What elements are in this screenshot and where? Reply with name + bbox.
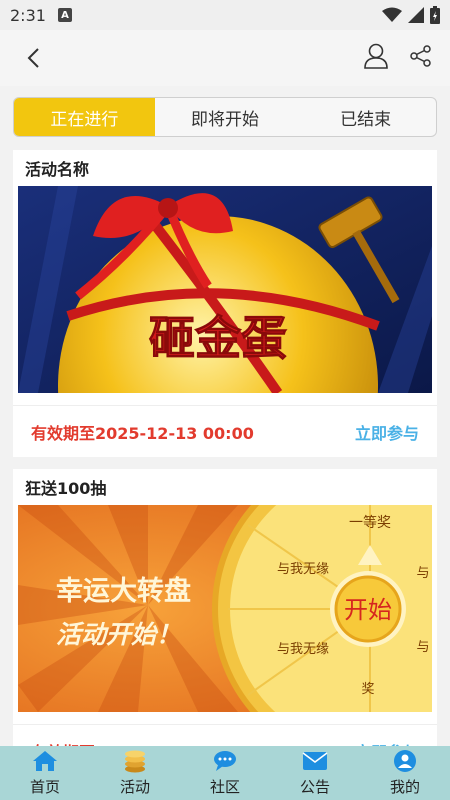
user-icon	[392, 750, 418, 772]
wheel-label: 与	[416, 566, 429, 581]
wheel-banner-title: 幸运大转盘	[56, 575, 191, 607]
status-tabs: 正在进行 即将开始 已结束	[13, 97, 437, 137]
activity-banner-wheel[interactable]: 一等奖 与我无缘 与我无缘 与 与 奖 开始 幸运大转盘 活动开始！	[18, 505, 432, 712]
mail-icon	[302, 750, 328, 772]
wheel-label: 与我无缘	[277, 562, 329, 577]
home-icon	[32, 750, 58, 772]
wheel-label: 与	[416, 640, 429, 655]
nav-home[interactable]: 首页	[0, 746, 90, 800]
tab-ended[interactable]: 已结束	[295, 98, 436, 136]
profile-button[interactable]	[364, 43, 388, 73]
golden-egg-illustration: 砸金蛋	[18, 186, 432, 393]
wheel-label: 一等奖	[349, 514, 391, 531]
user-icon	[364, 43, 388, 69]
wheel-start-button[interactable]: 开始	[344, 596, 392, 624]
nav-mine[interactable]: 我的	[360, 746, 450, 800]
activity-card[interactable]: 活动名称 砸金蛋 有效期至2025-12-13 00:00 立即参与	[13, 150, 437, 457]
wheel-banner-subtitle: 活动开始！	[56, 620, 181, 649]
tab-upcoming[interactable]: 即将开始	[155, 98, 296, 136]
chat-icon	[212, 750, 238, 772]
wheel-label: 与我无缘	[277, 642, 329, 657]
activity-banner-egg[interactable]: 砸金蛋	[18, 186, 432, 393]
activity-list: 活动名称 砸金蛋 有效期至2025-12-13 00:00 立即参与 狂送100…	[13, 150, 437, 788]
nav-label: 活动	[119, 778, 150, 796]
notification-badge: A	[57, 8, 72, 22]
join-button[interactable]: 立即参与	[355, 420, 419, 444]
activity-card[interactable]: 狂送100抽 一等奖 与我无缘 与我无缘 与 与 奖 开始 幸运大转盘 活动开始…	[13, 469, 437, 776]
signal-icon	[408, 7, 424, 23]
activity-footer: 有效期至2025-12-13 00:00 立即参与	[13, 405, 437, 457]
nav-notice[interactable]: 公告	[270, 746, 360, 800]
wheel-label: 奖	[361, 682, 374, 697]
bottom-nav: 首页 活动 社区 公告 我的	[0, 746, 450, 800]
status-bar: 2:31 A	[0, 0, 450, 30]
share-button[interactable]	[410, 45, 432, 71]
nav-label: 首页	[29, 778, 60, 796]
nav-label: 社区	[209, 778, 240, 796]
nav-activity[interactable]: 活动	[90, 746, 180, 800]
valid-until: 有效期至2025-12-13 00:00	[31, 423, 254, 443]
wifi-icon	[382, 7, 402, 22]
activity-title: 活动名称	[25, 160, 90, 179]
share-icon	[410, 45, 431, 67]
status-time: 2:31	[10, 5, 46, 25]
tab-ongoing[interactable]: 正在进行	[14, 98, 155, 136]
egg-banner-text: 砸金蛋	[149, 311, 287, 365]
nav-community[interactable]: 社区	[180, 746, 270, 800]
nav-label: 我的	[389, 778, 420, 796]
coins-icon	[122, 750, 148, 773]
lucky-wheel-illustration: 一等奖 与我无缘 与我无缘 与 与 奖 开始 幸运大转盘 活动开始！	[18, 505, 432, 712]
nav-label: 公告	[299, 778, 330, 796]
chevron-left-icon	[27, 48, 39, 68]
battery-icon	[430, 6, 440, 24]
activity-title: 狂送100抽	[25, 479, 107, 498]
top-bar	[0, 30, 450, 86]
back-button[interactable]	[18, 43, 48, 73]
